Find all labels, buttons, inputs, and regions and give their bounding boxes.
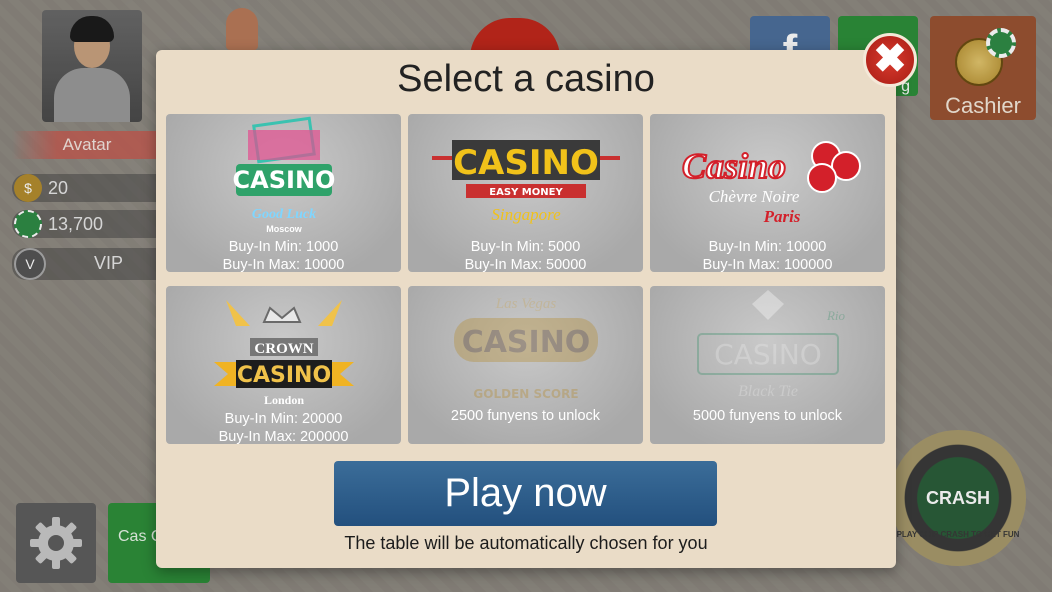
casino-singapore-city: Singapore: [491, 205, 561, 224]
buyin-max: Buy-In Max: 50000: [464, 257, 587, 272]
casino-card-rio-locked[interactable]: Rio CASINO Black Tie 5000 funyens to unl…: [650, 286, 885, 444]
casino-singapore-logo: CASINO EASY MONEY Singapore: [432, 140, 620, 224]
casino-card-london[interactable]: CROWN CASINO London Buy-In Min: 20000 Bu…: [166, 286, 401, 444]
casino-paris-name: Casino: [682, 146, 786, 186]
casino-singapore-tagline: EASY MONEY: [489, 187, 563, 198]
casino-rio-name: CASINO: [714, 338, 822, 371]
casino-moscow-tagline: Good Luck: [252, 207, 316, 222]
buyin-min: Buy-In Min: 5000: [470, 239, 581, 255]
casino-singapore-name: CASINO: [453, 143, 599, 183]
buyin-max: Buy-In Max: 10000: [222, 257, 345, 272]
casino-rio-logo: Rio CASINO Black Tie: [697, 290, 846, 400]
casino-card-las-vegas-locked[interactable]: Las Vegas CASINO GOLDEN SCORE 2500 funye…: [408, 286, 643, 444]
casino-card-paris[interactable]: Casino Chèvre Noire Paris Buy-In Min: 10…: [650, 114, 885, 272]
casino-moscow-logo: CASINO Good Luck Moscow: [233, 116, 336, 234]
buyin-min: Buy-In Min: 1000: [228, 239, 339, 255]
play-note: The table will be automatically chosen f…: [344, 533, 708, 553]
close-button[interactable]: ✖: [863, 33, 917, 87]
dialog-title: Select a casino: [397, 58, 655, 100]
casino-moscow-name: CASINO: [233, 166, 336, 194]
buyin-min: Buy-In Min: 10000: [708, 239, 827, 255]
casino-london-name: CASINO: [237, 363, 331, 388]
unlock-requirement: 5000 funyens to unlock: [692, 408, 843, 424]
play-now-button[interactable]: Play now: [334, 461, 717, 526]
casino-london-logo: CROWN CASINO London: [214, 300, 354, 407]
unlock-requirement: 2500 funyens to unlock: [450, 408, 601, 424]
casino-paris-city: Paris: [763, 207, 801, 226]
casino-london-city: London: [264, 393, 304, 407]
buyin-min: Buy-In Min: 20000: [224, 411, 343, 427]
casino-card-singapore[interactable]: CASINO EASY MONEY Singapore Buy-In Min: …: [408, 114, 643, 272]
casino-london-tagline: CROWN: [254, 341, 313, 357]
casino-vegas-city: GOLDEN SCORE: [473, 387, 578, 401]
casino-vegas-name: CASINO: [462, 325, 591, 360]
casino-paris-tagline: Chèvre Noire: [709, 187, 800, 206]
casino-las-vegas-logo: Las Vegas CASINO GOLDEN SCORE: [454, 296, 598, 401]
casino-paris-logo: Casino Chèvre Noire Paris: [681, 141, 861, 226]
casino-card-moscow[interactable]: CASINO Good Luck Moscow Buy-In Min: 1000…: [166, 114, 401, 272]
buyin-max: Buy-In Max: 100000: [702, 257, 833, 272]
close-icon: ✖: [873, 37, 907, 81]
casino-vegas-tagline: Las Vegas: [495, 296, 557, 312]
casino-rio-tagline: Black Tie: [738, 383, 798, 400]
casino-moscow-city: Moscow: [266, 224, 303, 234]
buyin-max: Buy-In Max: 200000: [218, 429, 349, 444]
casino-rio-city: Rio: [826, 308, 846, 323]
